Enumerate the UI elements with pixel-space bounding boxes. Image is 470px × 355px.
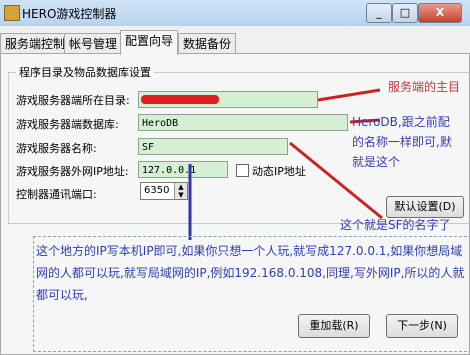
annotation-arrow-dir <box>317 88 381 102</box>
annotation-db-line3: 就是这个 <box>352 155 401 169</box>
annotation-dir-note: 服务端的主目 <box>388 80 461 94</box>
annotation-db-note: HeroDB,跟之前配 的名称一样即可,默 就是这个 <box>352 112 470 172</box>
next-button[interactable]: 下一步(N) <box>386 314 458 338</box>
tab-config-wizard[interactable]: 配置向导 <box>120 30 179 55</box>
reload-button[interactable]: 重加载(R) <box>298 314 370 338</box>
annotation-db-line2: 的名称一样即可,默 <box>352 135 452 149</box>
annotation-sf-note: 这个就是SF的名字了 <box>340 218 451 232</box>
annotation-db-line1: HeroDB,跟之前配 <box>352 115 450 129</box>
annotation-ip-note: 这个地方的IP写本机IP即可,如果你只想一个人玩,就写成127.0.0.1,如果… <box>36 244 465 302</box>
